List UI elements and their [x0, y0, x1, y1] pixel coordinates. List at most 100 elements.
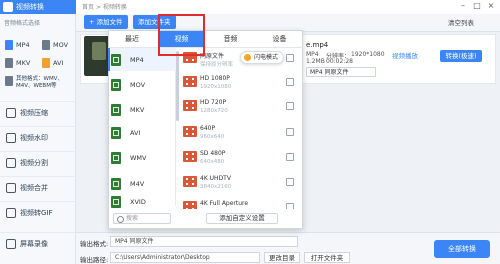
top-bar — [76, 0, 500, 14]
sidebar-format-label: MKV — [16, 59, 31, 67]
resolution-size: 1920x1080 — [200, 84, 232, 90]
film-icon — [183, 126, 197, 137]
add-file-button[interactable]: + 添加文件 — [84, 15, 128, 29]
format-item-mov[interactable]: MOV — [108, 73, 176, 96]
sidebar-item-label: 屏幕录像 — [20, 239, 48, 248]
format-item-label: MOV — [130, 80, 146, 89]
file-resolution: 1920*1080 — [351, 51, 385, 58]
film-icon — [183, 76, 197, 87]
film-icon — [183, 201, 197, 209]
output-format-field[interactable]: MP4 同原文件 — [110, 236, 298, 247]
flash-mode-label: 闪电模式 — [254, 53, 279, 61]
convert-button[interactable]: 转换(极速) — [440, 50, 482, 62]
edit-icon[interactable] — [286, 78, 294, 86]
gif-icon — [6, 207, 16, 218]
file-format: MP4 — [306, 51, 319, 58]
format-item-wmv[interactable]: WMV — [108, 146, 176, 169]
add-custom-setting-button[interactable]: 添加自定义设置 — [206, 213, 278, 224]
sidebar-format-avi[interactable]: AVI — [42, 58, 63, 68]
maximize-icon[interactable]: □ — [472, 1, 482, 11]
lightning-icon — [244, 54, 251, 61]
video-file-icon — [111, 103, 121, 116]
resolution-name: 4K UHDTV — [200, 175, 231, 182]
sidebar-format-mkv[interactable]: MKV — [5, 58, 30, 68]
open-folder-button[interactable]: 打开文件夹 — [304, 252, 350, 263]
resolution-item-4k-uhdtv[interactable]: 4K UHDTV 3840x2160 — [183, 172, 301, 195]
output-path-label: 输出路径: — [80, 256, 109, 264]
resolution-item-1080p[interactable]: HD 1080P 1920x1080 — [183, 72, 301, 95]
file-name: e.mp4 — [306, 41, 329, 49]
video-play-button[interactable]: 视频播放 — [392, 50, 418, 60]
sidebar-item-gif[interactable]: 视频转GIF — [0, 201, 76, 223]
breadcrumb: 首页 > 视频转换 — [82, 4, 127, 11]
format-item-mkv[interactable]: MKV — [108, 98, 176, 121]
sidebar-format-label: 其他格式：WMV、M4V、WEBM等 — [16, 76, 63, 89]
app-logo-icon — [3, 2, 13, 12]
format-item-label: WMV — [130, 153, 147, 162]
video-file-icon — [111, 126, 121, 139]
sidebar-format-other[interactable]: 其他格式：WMV、M4V、WEBM等 — [5, 76, 73, 90]
edit-icon[interactable] — [286, 102, 294, 110]
edit-icon[interactable] — [286, 203, 294, 209]
resolution-name: HD 1080P — [200, 75, 230, 82]
output-format-select[interactable]: MP4 同原文件 — [306, 67, 376, 77]
resolution-item-4k-full[interactable]: 4K Full Aperture 4096x3112 — [183, 197, 301, 209]
mp4-file-icon — [5, 40, 13, 50]
sidebar-item-split[interactable]: 视频分割 — [0, 151, 76, 173]
record-icon — [6, 238, 16, 249]
resolution-name: HD 720P — [200, 99, 227, 106]
other-format-icon — [5, 76, 13, 86]
sidebar-item-label: 视频转GIF — [20, 208, 53, 217]
minimize-icon[interactable]: – — [458, 1, 468, 11]
watermark-icon — [6, 132, 16, 143]
close-icon[interactable]: × — [486, 1, 496, 11]
format-item-label: M4V — [130, 179, 145, 188]
flash-mode-badge[interactable]: 闪电模式 — [240, 51, 284, 64]
sidebar-item-merge[interactable]: 视频合并 — [0, 176, 76, 198]
tab-device[interactable]: 设备 — [256, 31, 303, 47]
clear-list-button[interactable]: 清空列表 — [448, 17, 474, 27]
edit-icon[interactable] — [286, 54, 294, 62]
sidebar-item-record[interactable]: 屏幕录像 — [0, 232, 76, 254]
resolution-item-640p[interactable]: 640P 960x640 — [183, 122, 301, 145]
search-placeholder: 搜索 — [126, 215, 139, 222]
format-item-label: MP4 — [130, 55, 144, 64]
selected-indicator — [108, 48, 110, 71]
resolution-item-720p[interactable]: HD 720P 1280x720 — [183, 96, 301, 119]
sidebar-item-label: 视频分割 — [20, 158, 48, 167]
sidebar-item-watermark[interactable]: 视频水印 — [0, 126, 76, 148]
film-icon — [183, 151, 197, 162]
compress-icon — [6, 107, 16, 118]
format-search-input[interactable]: 搜索 — [113, 213, 171, 224]
app-title: 视频转换 — [16, 3, 44, 11]
convert-all-button[interactable]: 全部转换 — [434, 240, 490, 258]
format-item-m4v[interactable]: M4V — [108, 172, 176, 195]
video-file-icon — [111, 53, 121, 66]
resolution-item-480p[interactable]: SD 480P 640x480 — [183, 147, 301, 170]
resolution-size: 保持原分辨率 — [200, 62, 234, 68]
output-path-field[interactable]: C:\Users\Administrator\Desktop — [110, 252, 260, 263]
film-icon — [183, 100, 197, 111]
sidebar-item-label: 视频压缩 — [20, 108, 48, 117]
sidebar-format-mov[interactable]: MOV — [42, 40, 68, 50]
video-file-icon — [111, 196, 121, 208]
avi-file-icon — [42, 58, 50, 68]
sidebar-format-mp4[interactable]: MP4 — [5, 40, 30, 50]
edit-icon[interactable] — [286, 153, 294, 161]
video-file-icon — [111, 151, 121, 164]
merge-icon — [6, 182, 16, 193]
format-list-scrollbar[interactable] — [176, 51, 179, 121]
change-directory-button[interactable]: 更改目录 — [264, 252, 300, 263]
tab-audio[interactable]: 音频 — [207, 31, 254, 47]
mov-file-icon — [42, 40, 50, 50]
output-format-label: 输出格式: — [80, 240, 109, 248]
format-item-label: AVI — [130, 128, 141, 137]
tab-recent[interactable]: 最近 — [108, 31, 156, 47]
edit-icon[interactable] — [286, 128, 294, 136]
video-file-icon — [111, 78, 121, 91]
sidebar-item-compress[interactable]: 视频压缩 — [0, 101, 76, 123]
format-item-avi[interactable]: AVI — [108, 121, 176, 144]
format-item-xvid[interactable]: XVID — [108, 196, 176, 208]
highlight-box — [158, 14, 205, 56]
edit-icon[interactable] — [286, 178, 294, 186]
